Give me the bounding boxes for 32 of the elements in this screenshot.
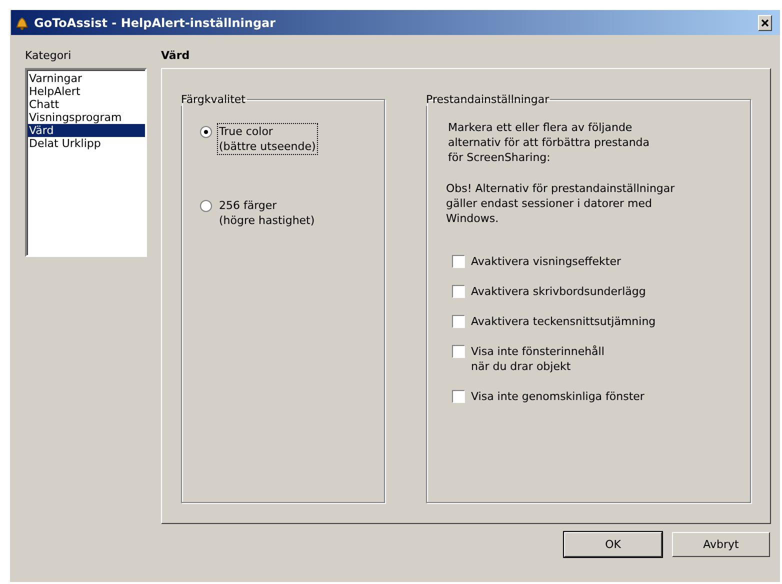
window-title: GoToAssist - HelpAlert-inställningar [34,16,277,30]
category-item[interactable]: Visningsprogram [28,111,145,124]
category-item[interactable]: Värd [28,124,145,137]
checkbox-label: Visa inte genomskinliga fönster [471,389,644,404]
checkbox[interactable] [452,255,465,268]
intro-text: Markera ett eller flera av följande alternativ för att förbättra prestanda för ScreenSharing: [447,120,651,165]
checkbox-label: Avaktivera teckensnittsutjämning [471,314,656,329]
category-item[interactable]: Chatt [28,98,145,111]
checkbox[interactable] [452,390,465,403]
category-item[interactable]: Delat Urklipp [28,137,145,150]
checkbox-label: Avaktivera visningseffekter [471,254,622,269]
dialog-button[interactable]: OK [564,532,662,557]
checkbox-label: Avaktivera skrivbordsunderlägg [471,284,646,299]
close-icon [761,18,769,26]
checkbox[interactable] [452,345,465,358]
bell-icon [14,14,30,30]
section-title: Värd [161,49,191,62]
checkbox-label: Visa inte fönsterinnehåll när du drar objekt [471,344,604,374]
group-legend: Färgkvalitet [180,93,246,106]
checkbox[interactable] [452,285,465,298]
close-button[interactable] [758,14,772,30]
group-legend: Prestandainställningar [425,93,550,106]
radio-button[interactable] [200,126,212,138]
category-item[interactable]: HelpAlert [28,85,145,98]
category-label: Kategori [25,49,72,62]
radio-label: 256 färger (högre hastighet) [218,198,316,228]
checkbox[interactable] [452,315,465,328]
dialog-button[interactable]: Avbryt [672,532,770,557]
note-text: Obs! Alternativ för prestandainställningar gäller endast sessioner i datorer med Windows. [446,181,676,226]
radio-label: True color (bättre utseende) [218,124,317,154]
radio-button[interactable] [200,200,212,212]
category-item[interactable]: Varningar [28,72,145,85]
